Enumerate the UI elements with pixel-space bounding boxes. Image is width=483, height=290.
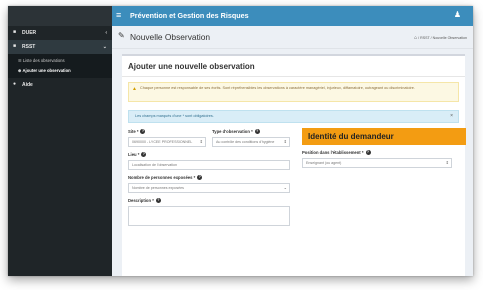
form-title: Ajouter une nouvelle observation xyxy=(128,62,255,71)
sidebar: ■ DUER ‹ ■ RSST ⌄ ☰ Liste des observatio… xyxy=(8,6,112,276)
lieu-placeholder: Localisation de l'observation xyxy=(132,163,178,167)
info-alert: Les champs marqués d'une * sont obligato… xyxy=(128,110,459,123)
sidebar-subitem-label: Ajouter une observation xyxy=(22,68,71,73)
persons-select[interactable]: Nombre de personnes exposées ⌄ xyxy=(128,183,290,193)
help-icon[interactable]: ? xyxy=(140,129,146,135)
sidebar-item-label: Aide xyxy=(22,82,33,88)
top-navbar: ≡ Prévention et Gestion des Risques ♟ xyxy=(112,6,473,26)
form-box: Ajouter une nouvelle observation ▲ Chaqu… xyxy=(122,54,466,276)
lieu-input[interactable]: Localisation de l'observation xyxy=(128,160,290,170)
position-label-text: Position dans l'établissement * xyxy=(302,150,364,155)
chevron-down-icon: ⌄ xyxy=(283,185,287,190)
warning-text: Chaque personne est responsable de ses é… xyxy=(140,86,415,90)
main-content: Ajouter une nouvelle observation ▲ Chaqu… xyxy=(112,49,473,276)
briefcase-icon: ■ xyxy=(13,43,17,49)
help-icon[interactable]: ? xyxy=(141,152,147,158)
info-text: Les champs marqués d'une * sont obligato… xyxy=(135,114,214,118)
help-icon[interactable]: ? xyxy=(365,150,371,156)
description-label-text: Description * xyxy=(128,198,154,203)
type-select[interactable]: Au contrôle des conditions d'hygiène ⇕ xyxy=(212,137,290,147)
close-icon[interactable]: × xyxy=(450,111,453,122)
page-title: Nouvelle Observation xyxy=(130,32,211,42)
description-label: Description *? xyxy=(128,198,161,204)
persons-label-text: Nombre de personnes exposées * xyxy=(128,175,196,180)
sidebar-item-label: DUER xyxy=(22,30,37,36)
divider xyxy=(122,76,465,77)
question-icon: ● xyxy=(13,81,17,87)
position-select[interactable]: Enseignant (ou agent) ⇕ xyxy=(302,158,452,168)
type-label-text: Type d'observation * xyxy=(212,129,253,134)
help-icon[interactable]: ? xyxy=(254,129,260,135)
sidebar-subitem-label: Liste des observations xyxy=(22,58,65,63)
sidebar-brand xyxy=(8,6,112,26)
sidebar-item-aide[interactable]: ● Aide xyxy=(8,78,112,92)
breadcrumb-current: Nouvelle Observation xyxy=(432,36,467,40)
sidebar-subitem-add[interactable]: ⊕ Ajouter une observation xyxy=(8,66,112,76)
site-select-value: 0690000 - LYCEE PROFESSIONNEL xyxy=(132,140,193,144)
chevron-updown-icon: ⇕ xyxy=(445,160,449,165)
warning-icon: ▲ xyxy=(132,86,137,92)
hamburger-icon[interactable]: ≡ xyxy=(116,10,121,21)
lieu-label-text: Lieu * xyxy=(128,152,140,157)
sidebar-submenu: ☰ Liste des observations ⊕ Ajouter une o… xyxy=(8,54,112,78)
briefcase-icon: ■ xyxy=(13,29,17,35)
site-label: Site *? xyxy=(128,129,146,135)
type-label: Type d'observation *? xyxy=(212,129,260,135)
description-textarea[interactable] xyxy=(128,206,290,226)
position-select-value: Enseignant (ou agent) xyxy=(306,161,342,165)
persons-label: Nombre de personnes exposées *? xyxy=(128,175,203,181)
sidebar-item-rsst[interactable]: ■ RSST ⌄ xyxy=(8,40,112,54)
sidebar-item-duer[interactable]: ■ DUER ‹ xyxy=(8,26,112,40)
site-select[interactable]: 0690000 - LYCEE PROFESSIONNEL ⇕ xyxy=(128,137,206,147)
user-icon[interactable]: ♟ xyxy=(454,10,461,19)
home-icon[interactable]: ⌂ xyxy=(414,35,417,41)
pencil-icon: ✎ xyxy=(118,31,125,40)
position-label: Position dans l'établissement *? xyxy=(302,150,371,156)
app-window: ■ DUER ‹ ■ RSST ⌄ ☰ Liste des observatio… xyxy=(8,6,473,276)
chevron-updown-icon: ⇕ xyxy=(283,139,287,144)
sidebar-subitem-list[interactable]: ☰ Liste des observations xyxy=(8,56,112,66)
chevron-updown-icon: ⇕ xyxy=(199,139,203,144)
identity-header: Identité du demandeur xyxy=(302,128,466,145)
warning-alert: ▲ Chaque personne est responsable de ses… xyxy=(128,82,459,102)
app-title: Prévention et Gestion des Risques xyxy=(130,11,249,20)
chevron-down-icon: ⌄ xyxy=(102,44,107,50)
help-icon[interactable]: ? xyxy=(155,198,161,204)
type-select-value: Au contrôle des conditions d'hygiène xyxy=(216,140,275,144)
site-label-text: Site * xyxy=(128,129,139,134)
help-icon[interactable]: ? xyxy=(197,175,203,181)
content-header: ✎ Nouvelle Observation ⌂ / RSST / Nouvel… xyxy=(112,26,473,49)
lieu-label: Lieu *? xyxy=(128,152,147,158)
sidebar-item-label: RSST xyxy=(22,44,36,50)
chevron-left-icon: ‹ xyxy=(105,30,107,36)
breadcrumb: ⌂ / RSST / Nouvelle Observation xyxy=(414,35,467,41)
persons-placeholder: Nombre de personnes exposées xyxy=(132,186,184,190)
breadcrumb-rsst[interactable]: RSST xyxy=(420,36,430,40)
